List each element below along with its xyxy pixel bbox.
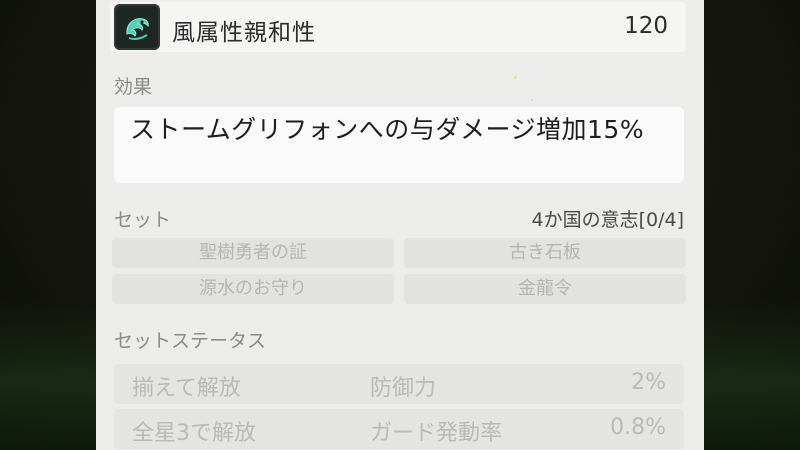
status-stat-value: 0.8% <box>610 415 666 440</box>
status-stat-value: 2% <box>631 370 666 395</box>
sparkle-particle <box>531 99 533 101</box>
game-scene-background: 風属性親和性 120 効果 ストームグリフォンへの与ダメージ増加15% セット … <box>0 0 800 450</box>
sparkle-particle <box>514 76 517 79</box>
effect-box: ストームグリフォンへの与ダメージ増加15% <box>114 107 684 183</box>
attribute-value: 120 <box>624 13 668 39</box>
status-stat-name: 防御力 <box>370 376 437 401</box>
effect-text: ストームグリフォンへの与ダメージ増加15% <box>130 115 645 144</box>
set-status-row: 全星3で解放 ガード発動率 0.8% <box>114 409 684 449</box>
set-label: セット <box>114 209 172 231</box>
attribute-header: 風属性親和性 120 <box>110 2 686 52</box>
set-item[interactable]: 源水のお守り <box>112 274 394 304</box>
set-item[interactable]: 金龍令 <box>404 274 686 304</box>
status-condition: 全星3で解放 <box>132 421 256 446</box>
status-condition: 揃えて解放 <box>132 376 241 401</box>
set-item[interactable]: 古き石板 <box>404 238 686 268</box>
effect-label: 効果 <box>114 76 153 98</box>
set-status-row: 揃えて解放 防御力 2% <box>114 364 684 404</box>
attribute-name: 風属性親和性 <box>172 20 316 46</box>
wind-element-icon <box>114 4 160 50</box>
set-status-label: セットステータス <box>114 330 267 352</box>
status-stat-name: ガード発動率 <box>370 421 503 446</box>
set-name: 4か国の意志[0/4] <box>531 209 685 231</box>
set-item[interactable]: 聖樹勇者の証 <box>112 238 394 268</box>
item-detail-panel: 風属性親和性 120 効果 ストームグリフォンへの与ダメージ増加15% セット … <box>96 0 704 450</box>
